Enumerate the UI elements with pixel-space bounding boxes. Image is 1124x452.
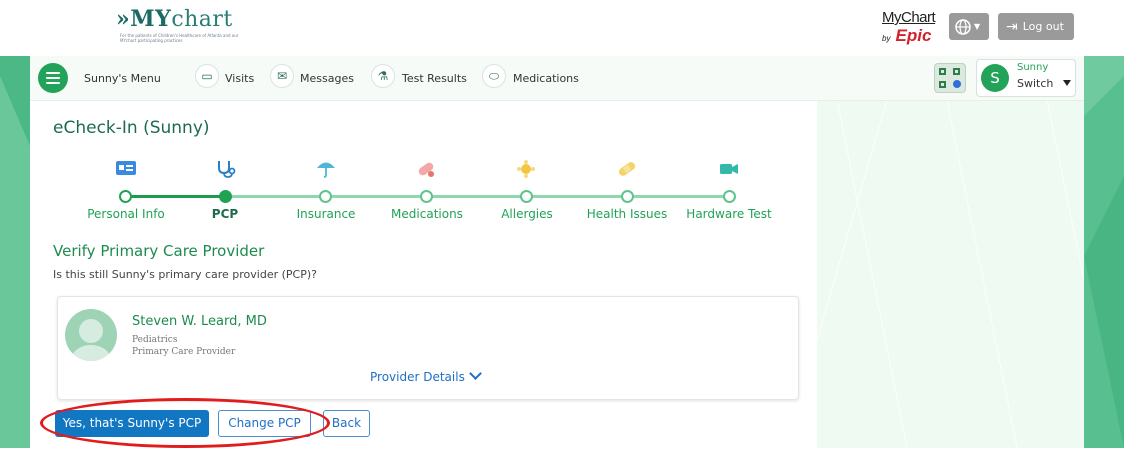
chevron-down-icon (1063, 80, 1071, 86)
annotation-highlight-oval (40, 398, 330, 448)
stethoscope-icon (213, 159, 239, 181)
qr-code-icon (939, 68, 946, 75)
nav-menu-label[interactable]: Sunny's Menu (84, 72, 161, 85)
progress-track-completed (125, 195, 225, 198)
logo-thin-text: chart (171, 7, 233, 32)
step-dot-allergies (520, 190, 533, 203)
logout-button[interactable]: ⇥ Log out (998, 13, 1074, 40)
epic-mychart-text: MyChart (882, 9, 936, 26)
provider-specialty: Pediatrics (132, 335, 178, 345)
logo-main-text: »MY (116, 6, 172, 32)
chevron-down-icon (468, 367, 482, 380)
epic-name-text: Epic (895, 26, 932, 45)
chevron-down-icon: ▼ (974, 22, 981, 31)
id-card-icon (113, 159, 139, 181)
mychart-logo[interactable]: »MYchart For the patients of Children's … (116, 6, 238, 43)
video-camera-icon (716, 159, 742, 181)
language-button[interactable]: ▼ (949, 13, 989, 40)
nav-item-messages[interactable]: Messages (300, 72, 354, 85)
nav-item-visits[interactable]: Visits (225, 72, 254, 85)
switch-patient-name: Sunny (1017, 62, 1049, 73)
epic-by-text: by (882, 34, 891, 43)
switch-patient-button[interactable]: S Sunny Switch (976, 59, 1076, 97)
provider-details-label: Provider Details (370, 370, 465, 384)
logout-icon: ⇥ (1006, 18, 1018, 35)
flask-icon[interactable]: ⚗ (371, 64, 395, 88)
bandage-icon (614, 159, 640, 181)
progress-track-remaining (225, 195, 730, 198)
calendar-icon[interactable]: ▭ (195, 64, 219, 88)
step-label-health-issues: Health Issues (586, 207, 668, 221)
pollen-icon (513, 159, 539, 181)
step-dot-insurance (319, 190, 332, 203)
switch-label: Switch (1017, 77, 1054, 90)
pcp-question: Is this still Sunny's primary care provi… (53, 268, 317, 281)
avatar: S (981, 64, 1009, 92)
step-dot-health-issues (621, 190, 634, 203)
side-panel (816, 99, 1085, 449)
step-dot-pcp (219, 190, 232, 203)
page-title: eCheck-In (Sunny) (53, 118, 210, 138)
step-label-personal-info[interactable]: Personal Info (87, 207, 165, 221)
provider-photo (65, 309, 117, 361)
menu-button[interactable] (38, 63, 68, 93)
back-button[interactable]: Back (323, 410, 370, 437)
nav-item-medications[interactable]: Medications (513, 72, 579, 85)
section-title: Verify Primary Care Provider (53, 242, 265, 260)
step-label-insurance: Insurance (296, 207, 356, 221)
logo-tagline: For the patients of Children's Healthcar… (120, 33, 239, 43)
hamburger-icon (46, 72, 60, 74)
step-label-hardware-test: Hardware Test (686, 207, 772, 221)
provider-details-link[interactable]: Provider Details (370, 367, 482, 384)
pill-icon (413, 159, 439, 181)
top-header: »MYchart For the patients of Children's … (0, 0, 1124, 56)
provider-card: Steven W. Leard, MD Pediatrics Primary C… (57, 296, 799, 400)
pills-icon[interactable]: ⬭ (482, 64, 506, 88)
step-label-pcp: PCP (211, 207, 239, 221)
provider-name[interactable]: Steven W. Leard, MD (132, 314, 267, 329)
step-dot-medications (420, 190, 433, 203)
globe-icon (955, 18, 971, 35)
step-dot-hardware-test (723, 190, 736, 203)
mychart-by-epic-logo: MyChart by Epic (882, 9, 936, 46)
step-label-medications: Medications (391, 207, 463, 221)
nav-item-test-results[interactable]: Test Results (402, 72, 467, 85)
logout-label: Log out (1022, 20, 1064, 33)
step-label-allergies: Allergies (501, 207, 553, 221)
envelope-icon[interactable]: ✉ (270, 64, 294, 88)
qr-code-button[interactable] (934, 63, 966, 93)
qr-badge-icon (953, 80, 961, 88)
umbrella-icon (313, 159, 339, 181)
step-dot-personal-info[interactable] (119, 190, 132, 203)
main-nav-bar: Sunny's Menu ▭ Visits ✉ Messages ⚗ Test … (30, 56, 1084, 101)
provider-role: Primary Care Provider (132, 347, 236, 357)
